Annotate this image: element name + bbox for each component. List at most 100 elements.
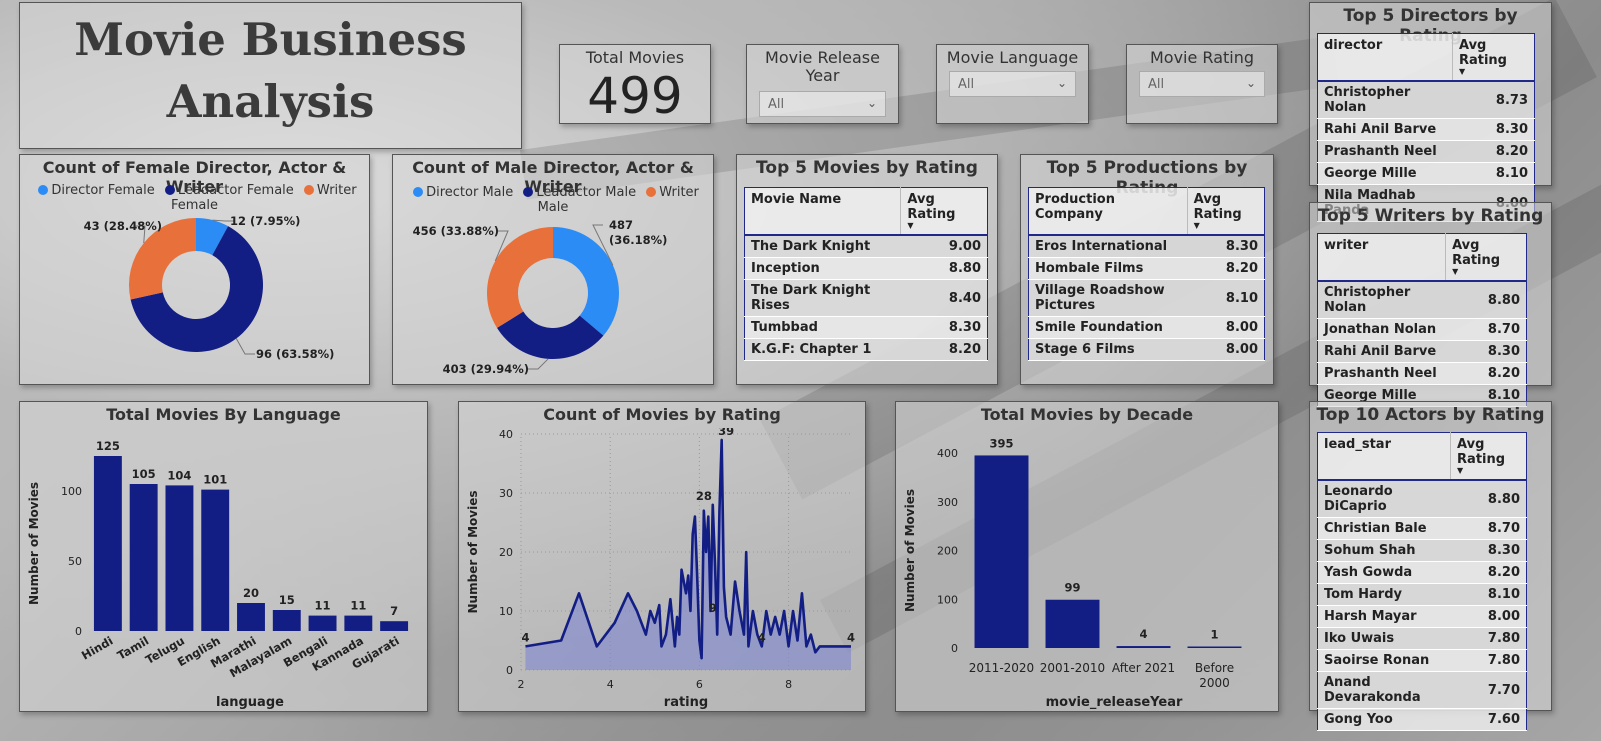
bar (1116, 646, 1171, 648)
y-tick-label: 100 (937, 593, 958, 606)
avg-rating-cell: 8.30 (1445, 340, 1527, 363)
table-row[interactable]: Smile Foundation 8.00 (1028, 316, 1265, 339)
sort-descending-icon[interactable]: ▼ (1194, 222, 1258, 230)
table-row[interactable]: Stage 6 Films 8.00 (1028, 338, 1265, 361)
avg-rating-header[interactable]: Avg Rating ▼ (1186, 187, 1265, 236)
bar-data-label: 15 (279, 593, 295, 607)
table-row[interactable]: Tom Hardy 8.10 (1317, 583, 1527, 606)
avg-rating-header[interactable]: Avg Rating ▼ (900, 187, 988, 236)
sort-descending-icon[interactable]: ▼ (1459, 68, 1528, 76)
table-row[interactable]: Christopher Nolan 8.80 (1317, 281, 1527, 319)
lead-star-header[interactable]: lead_star (1317, 432, 1451, 481)
table-row[interactable]: Inception 8.80 (744, 257, 988, 280)
bar (165, 485, 194, 631)
avg-rating-cell: 7.80 (1450, 627, 1527, 650)
table-header-row: Movie Name Avg Rating ▼ (744, 187, 988, 236)
y-tick-label: 50 (68, 555, 82, 568)
table-row[interactable]: George Mille 8.10 (1317, 162, 1535, 185)
avg-rating-cell: 8.80 (1445, 281, 1527, 319)
writer-cell: Jonathan Nolan (1317, 318, 1446, 341)
legend-swatch (413, 187, 424, 197)
table-row[interactable]: Village Roadshow Pictures 8.10 (1028, 279, 1265, 317)
table-row[interactable]: Tumbbad 8.30 (744, 316, 988, 339)
slicer-release-year-dropdown[interactable]: All ⌄ (759, 91, 886, 117)
header-label: Avg Rating (1457, 437, 1506, 467)
x-tick-label: 2011-2020 (969, 661, 1034, 675)
movie-name-header[interactable]: Movie Name (744, 187, 901, 236)
top-movies-title: Top 5 Movies by Rating (756, 158, 978, 178)
production-company-header[interactable]: Production Company (1028, 187, 1188, 236)
table-row[interactable]: Leonardo DiCaprio 8.80 (1317, 480, 1527, 518)
bar-data-label: 11 (350, 599, 366, 613)
table-row[interactable]: Gong Yoo 7.60 (1317, 708, 1527, 731)
point-data-label: 4 (758, 630, 766, 644)
slicer-language-value: All (958, 77, 975, 92)
table-row[interactable]: Christian Bale 8.70 (1317, 517, 1527, 540)
legend-item: Director Male (426, 185, 514, 200)
decade-chart-title: Total Movies by Decade (980, 405, 1194, 424)
table-row[interactable]: Eros International 8.30 (1028, 235, 1265, 258)
y-tick-label: 100 (61, 485, 82, 498)
table-row[interactable]: Prashanth Neel 8.20 (1317, 362, 1527, 385)
avg-rating-cell: 8.30 (900, 316, 988, 339)
legend-swatch (38, 185, 49, 195)
bar (1187, 646, 1242, 648)
legend-item: Director Female (51, 183, 155, 198)
x-tick-label: 2001-2010 (1040, 661, 1105, 675)
production-company-cell: Hombale Films (1028, 257, 1188, 280)
table-row[interactable]: Christopher Nolan 8.73 (1317, 81, 1535, 119)
table-row[interactable]: Rahi Anil Barve 8.30 (1317, 340, 1527, 363)
writer-header[interactable]: writer (1317, 233, 1446, 282)
sort-descending-icon[interactable]: ▼ (1457, 467, 1520, 475)
y-tick-label: 200 (937, 545, 958, 558)
sort-descending-icon[interactable]: ▼ (907, 222, 981, 230)
slicer-language-dropdown[interactable]: All ⌄ (949, 71, 1076, 97)
avg-rating-header[interactable]: Avg Rating ▼ (1451, 33, 1535, 82)
chevron-down-icon: ⌄ (1245, 76, 1256, 90)
table-row[interactable]: The Dark Knight Rises 8.40 (744, 279, 988, 317)
avg-rating-cell: 8.40 (900, 279, 988, 317)
table-row[interactable]: Saoirse Ronan 7.80 (1317, 649, 1527, 672)
header-label: Production Company (1035, 192, 1115, 222)
y-tick-label: 10 (499, 605, 513, 618)
sort-descending-icon[interactable]: ▼ (1452, 268, 1520, 276)
bar (201, 489, 230, 631)
table-row[interactable]: Iko Uwais 7.80 (1317, 627, 1527, 650)
rating-chart-title: Count of Movies by Rating (543, 405, 781, 424)
top-writers-table: writer Avg Rating ▼ Christopher Nolan 8.80 Jo… (1317, 233, 1527, 407)
writer-cell: Rahi Anil Barve (1317, 340, 1446, 363)
slicer-rating: Movie Rating All ⌄ (1126, 44, 1278, 124)
director-header[interactable]: director (1317, 33, 1453, 82)
table-row[interactable]: Hombale Films 8.20 (1028, 257, 1265, 280)
table-row[interactable]: Anand Devarakonda 7.70 (1317, 671, 1527, 709)
y-tick-label: 400 (937, 447, 958, 460)
chevron-down-icon: ⌄ (866, 96, 877, 110)
data-label: 96 (63.58%) (256, 347, 334, 361)
table-row[interactable]: Rahi Anil Barve 8.30 (1317, 118, 1535, 141)
slicer-release-year: Movie Release Year All ⌄ (746, 44, 899, 124)
table-row[interactable]: The Dark Knight 9.00 (744, 235, 988, 258)
table-row[interactable]: K.G.F: Chapter 1 8.20 (744, 338, 988, 361)
x-tick-label: Hindi (79, 633, 115, 662)
table-row[interactable]: Prashanth Neel 8.20 (1317, 140, 1535, 163)
decade-bar-chart: 0 100 200 300 400 Number of Movies movie_relea… (903, 436, 1242, 710)
top-actors-panel: Top 10 Actors by Rating lead_star Avg Rat… (1309, 401, 1552, 731)
slicer-rating-dropdown[interactable]: All ⌄ (1139, 71, 1265, 97)
data-label: 487 (609, 218, 633, 232)
chevron-down-icon: ⌄ (1056, 76, 1067, 90)
female-donut-chart: 12 (7.95%) 96 (63.58%) 43 (28.48%) (84, 214, 335, 361)
production-company-cell: Village Roadshow Pictures (1028, 279, 1188, 317)
point-data-label: 39 (718, 428, 734, 438)
language-chart-panel: Total Movies By Language 0 50 100 Number of… (19, 401, 428, 712)
movie-name-cell: Inception (744, 257, 901, 280)
avg-rating-cell: 8.00 (1187, 338, 1265, 361)
table-row[interactable]: Sohum Shah 8.30 (1317, 539, 1527, 562)
legend-swatch (646, 187, 657, 197)
avg-rating-header[interactable]: Avg Rating ▼ (1450, 432, 1527, 481)
table-row[interactable]: Yash Gowda 8.20 (1317, 561, 1527, 584)
avg-rating-cell: 8.10 (1450, 583, 1527, 606)
table-row[interactable]: Jonathan Nolan 8.70 (1317, 318, 1527, 341)
lead-star-cell: Harsh Mayar (1317, 605, 1451, 628)
avg-rating-header[interactable]: Avg Rating ▼ (1445, 233, 1527, 282)
table-row[interactable]: Harsh Mayar 8.00 (1317, 605, 1527, 628)
